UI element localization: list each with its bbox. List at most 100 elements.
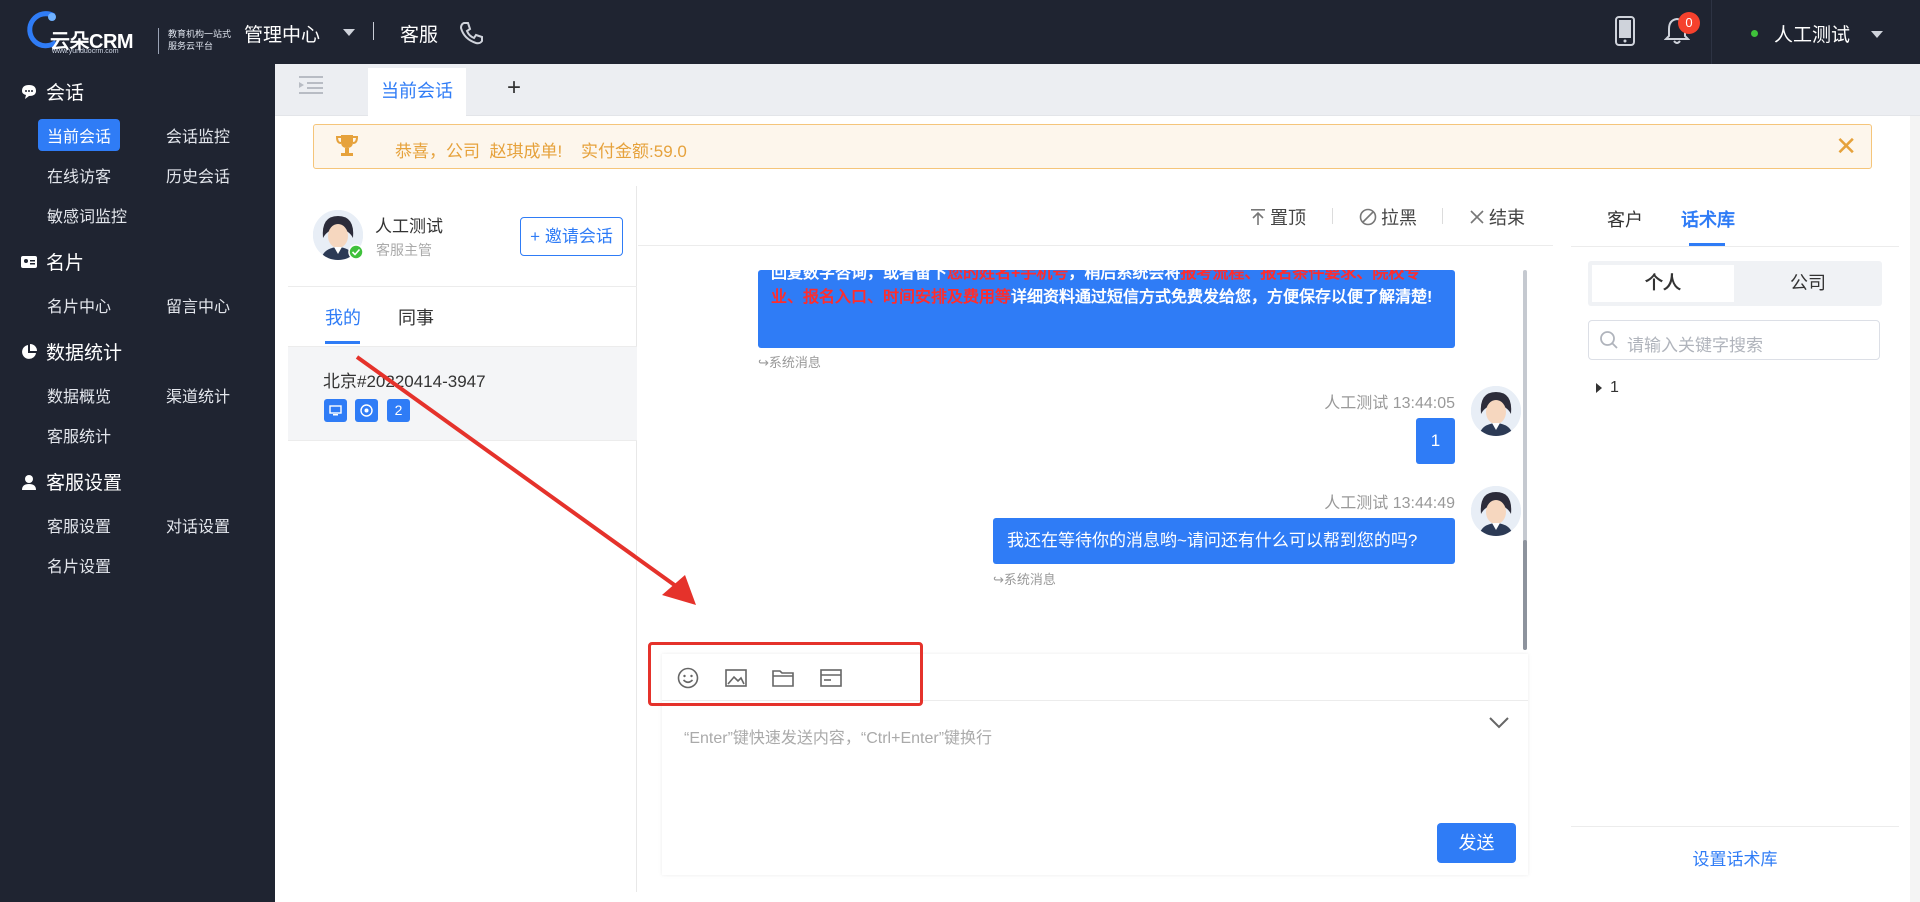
sidebar-section-title: 数据统计 xyxy=(46,343,123,364)
online-status-dot xyxy=(1751,30,1758,37)
agent-avatar xyxy=(1471,386,1521,436)
id-card-icon xyxy=(21,255,37,268)
end-session-button[interactable]: 结束 xyxy=(1469,204,1525,230)
send-button[interactable]: 发送 xyxy=(1437,823,1516,863)
sidebar-section-title: 客服设置 xyxy=(46,473,123,494)
mobile-icon[interactable] xyxy=(1614,16,1636,46)
pin-button[interactable]: 置顶 xyxy=(1250,204,1306,230)
notice-text: 恭喜，公司 赵琪成单! 实付金额:59.0 xyxy=(395,142,687,161)
search-icon xyxy=(1600,331,1618,349)
sidebar-item-online-visitors[interactable]: 在线访客 xyxy=(47,163,111,187)
nav-customer-service[interactable]: 客服 xyxy=(400,20,438,47)
online-check-icon xyxy=(348,244,364,260)
message-input[interactable]: “Enter”键快速发送内容，“Ctrl+Enter”键换行 xyxy=(684,724,992,748)
sidebar-section-cards[interactable]: 名片 xyxy=(20,248,84,275)
sidebar-item-sensitive-words[interactable]: 敏感词监控 xyxy=(47,203,127,227)
script-search-input[interactable]: 请输入关键字搜索 xyxy=(1588,320,1880,360)
system-message-label: ↪系统消息 xyxy=(758,355,821,370)
tab-customer[interactable]: 客户 xyxy=(1607,206,1643,232)
nav-admin-center[interactable]: 管理中心 xyxy=(244,20,320,47)
pc-source-icon xyxy=(324,399,347,422)
success-notice: 恭喜，公司 赵琪成单! 实付金额:59.0 ✕ xyxy=(313,124,1872,169)
sidebar-section-service-settings[interactable]: 客服设置 xyxy=(20,468,122,495)
end-label: 结束 xyxy=(1489,208,1525,228)
top-bar: 云朵CRM www.yunduocrm.com 教育机构一站式服务云平台 管理中… xyxy=(0,0,1920,64)
chevron-down-icon[interactable] xyxy=(343,29,355,36)
tab-mine[interactable]: 我的 xyxy=(325,304,361,330)
user-name[interactable]: 人工测试 xyxy=(1774,20,1850,47)
annotation-arrow-icon xyxy=(355,355,696,605)
sidebar-item-card-settings[interactable]: 名片设置 xyxy=(47,553,111,577)
block-label: 拉黑 xyxy=(1381,208,1417,228)
close-icon xyxy=(1470,210,1484,224)
agent-message-bubble: 1 xyxy=(1416,418,1455,464)
block-icon xyxy=(1359,208,1377,226)
add-tab-button[interactable]: + xyxy=(507,74,521,102)
logo[interactable]: 云朵CRM www.yunduocrm.com 教育机构一站式服务云平台 xyxy=(26,8,231,58)
configure-scripts-link[interactable]: 设置话术库 xyxy=(1571,826,1899,892)
trophy-icon xyxy=(336,135,358,156)
pin-top-icon xyxy=(1251,209,1265,225)
invite-session-button[interactable]: + 邀请会话 xyxy=(520,217,623,256)
brand-domain: www.yunduocrm.com xyxy=(52,48,119,55)
page-scrollbar[interactable] xyxy=(1910,116,1920,902)
segment-personal[interactable]: 个人 xyxy=(1592,265,1734,302)
sidebar-item-data-overview[interactable]: 数据概览 xyxy=(47,383,111,407)
sidebar-section-statistics[interactable]: 数据统计 xyxy=(20,338,122,365)
agent-name: 人工测试 xyxy=(375,217,443,236)
tree-item-label: 1 xyxy=(1610,379,1619,396)
sidebar-item-message-center[interactable]: 留言中心 xyxy=(166,293,230,317)
close-icon[interactable]: ✕ xyxy=(1835,131,1857,161)
block-button[interactable]: 拉黑 xyxy=(1359,204,1417,230)
sidebar: 会话 当前会话 会话监控 在线访客 历史会话 敏感词监控 名片 名片中心 留言中… xyxy=(0,64,275,902)
chevron-down-icon[interactable] xyxy=(1488,716,1510,730)
sidebar-section-conversation[interactable]: 会话 xyxy=(20,78,84,105)
divider xyxy=(1571,246,1899,247)
system-label-text: 系统消息 xyxy=(768,355,821,370)
sidebar-item-dialog-settings[interactable]: 对话设置 xyxy=(166,513,230,537)
chat-scrollbar-thumb[interactable] xyxy=(1523,540,1527,650)
sidebar-section-title: 会话 xyxy=(46,83,85,104)
sidebar-item-agent-stats[interactable]: 客服统计 xyxy=(47,423,111,447)
tab-current-session[interactable]: 当前会话 xyxy=(368,68,466,116)
message-header: 人工测试 13:44:49 xyxy=(1324,495,1455,512)
system-label-text: 系统消息 xyxy=(1003,572,1056,587)
agent-message-bubble: 我还在等待你的消息哟~请问还有什么可以帮到您的吗? xyxy=(993,518,1455,564)
divider xyxy=(288,286,637,287)
collapse-menu-icon[interactable] xyxy=(299,75,323,95)
system-message-label: ↪系统消息 xyxy=(993,572,1056,587)
sidebar-item-current-session[interactable]: 当前会话 xyxy=(38,119,121,151)
message-header: 人工测试 13:44:05 xyxy=(1324,395,1455,412)
sidebar-section-title: 名片 xyxy=(46,253,85,274)
tab-bar: 当前会话 + xyxy=(275,64,1920,116)
sidebar-item-session-monitor[interactable]: 会话监控 xyxy=(166,123,230,147)
notification-badge: 0 xyxy=(1678,12,1700,34)
script-tree-item[interactable]: 1 xyxy=(1594,379,1619,397)
brand-tagline: 教育机构一站式服务云平台 xyxy=(168,29,232,51)
sidebar-item-card-center[interactable]: 名片中心 xyxy=(47,293,111,317)
annotation-highlight-box xyxy=(648,642,923,706)
message-text: 回复数字咨询，或者留下 xyxy=(771,270,948,282)
segment-company[interactable]: 公司 xyxy=(1738,265,1878,302)
agent-avatar-icon xyxy=(1471,386,1521,436)
sidebar-item-history-sessions[interactable]: 历史会话 xyxy=(166,163,230,187)
tab-colleague[interactable]: 同事 xyxy=(398,304,434,330)
user-menu-chevron-icon[interactable] xyxy=(1871,31,1883,38)
sidebar-item-channel-stats[interactable]: 渠道统计 xyxy=(166,383,230,407)
pin-label: 置顶 xyxy=(1270,208,1306,228)
tab-scripts[interactable]: 话术库 xyxy=(1681,206,1735,232)
logo-divider xyxy=(158,28,159,54)
message-text: ，稍后系统会将 xyxy=(1068,270,1181,282)
agent-icon xyxy=(22,474,36,490)
agent-avatar-icon xyxy=(1471,486,1521,536)
scope-segmented-control: 个人 公司 xyxy=(1588,261,1882,306)
pie-chart-icon xyxy=(22,343,37,359)
tab-indicator xyxy=(1689,243,1725,246)
search-placeholder: 请输入关键字搜索 xyxy=(1627,336,1763,355)
phone-icon[interactable] xyxy=(458,20,484,46)
system-message-bubble: 回复数字咨询，或者留下您的姓名+手机号，稍后系统会将报考流程、报名条件要求、院校… xyxy=(758,270,1455,348)
caret-right-icon xyxy=(1596,383,1602,393)
sidebar-item-service-settings[interactable]: 客服设置 xyxy=(47,513,111,537)
agent-avatar xyxy=(1471,486,1521,536)
action-divider xyxy=(1332,208,1333,224)
